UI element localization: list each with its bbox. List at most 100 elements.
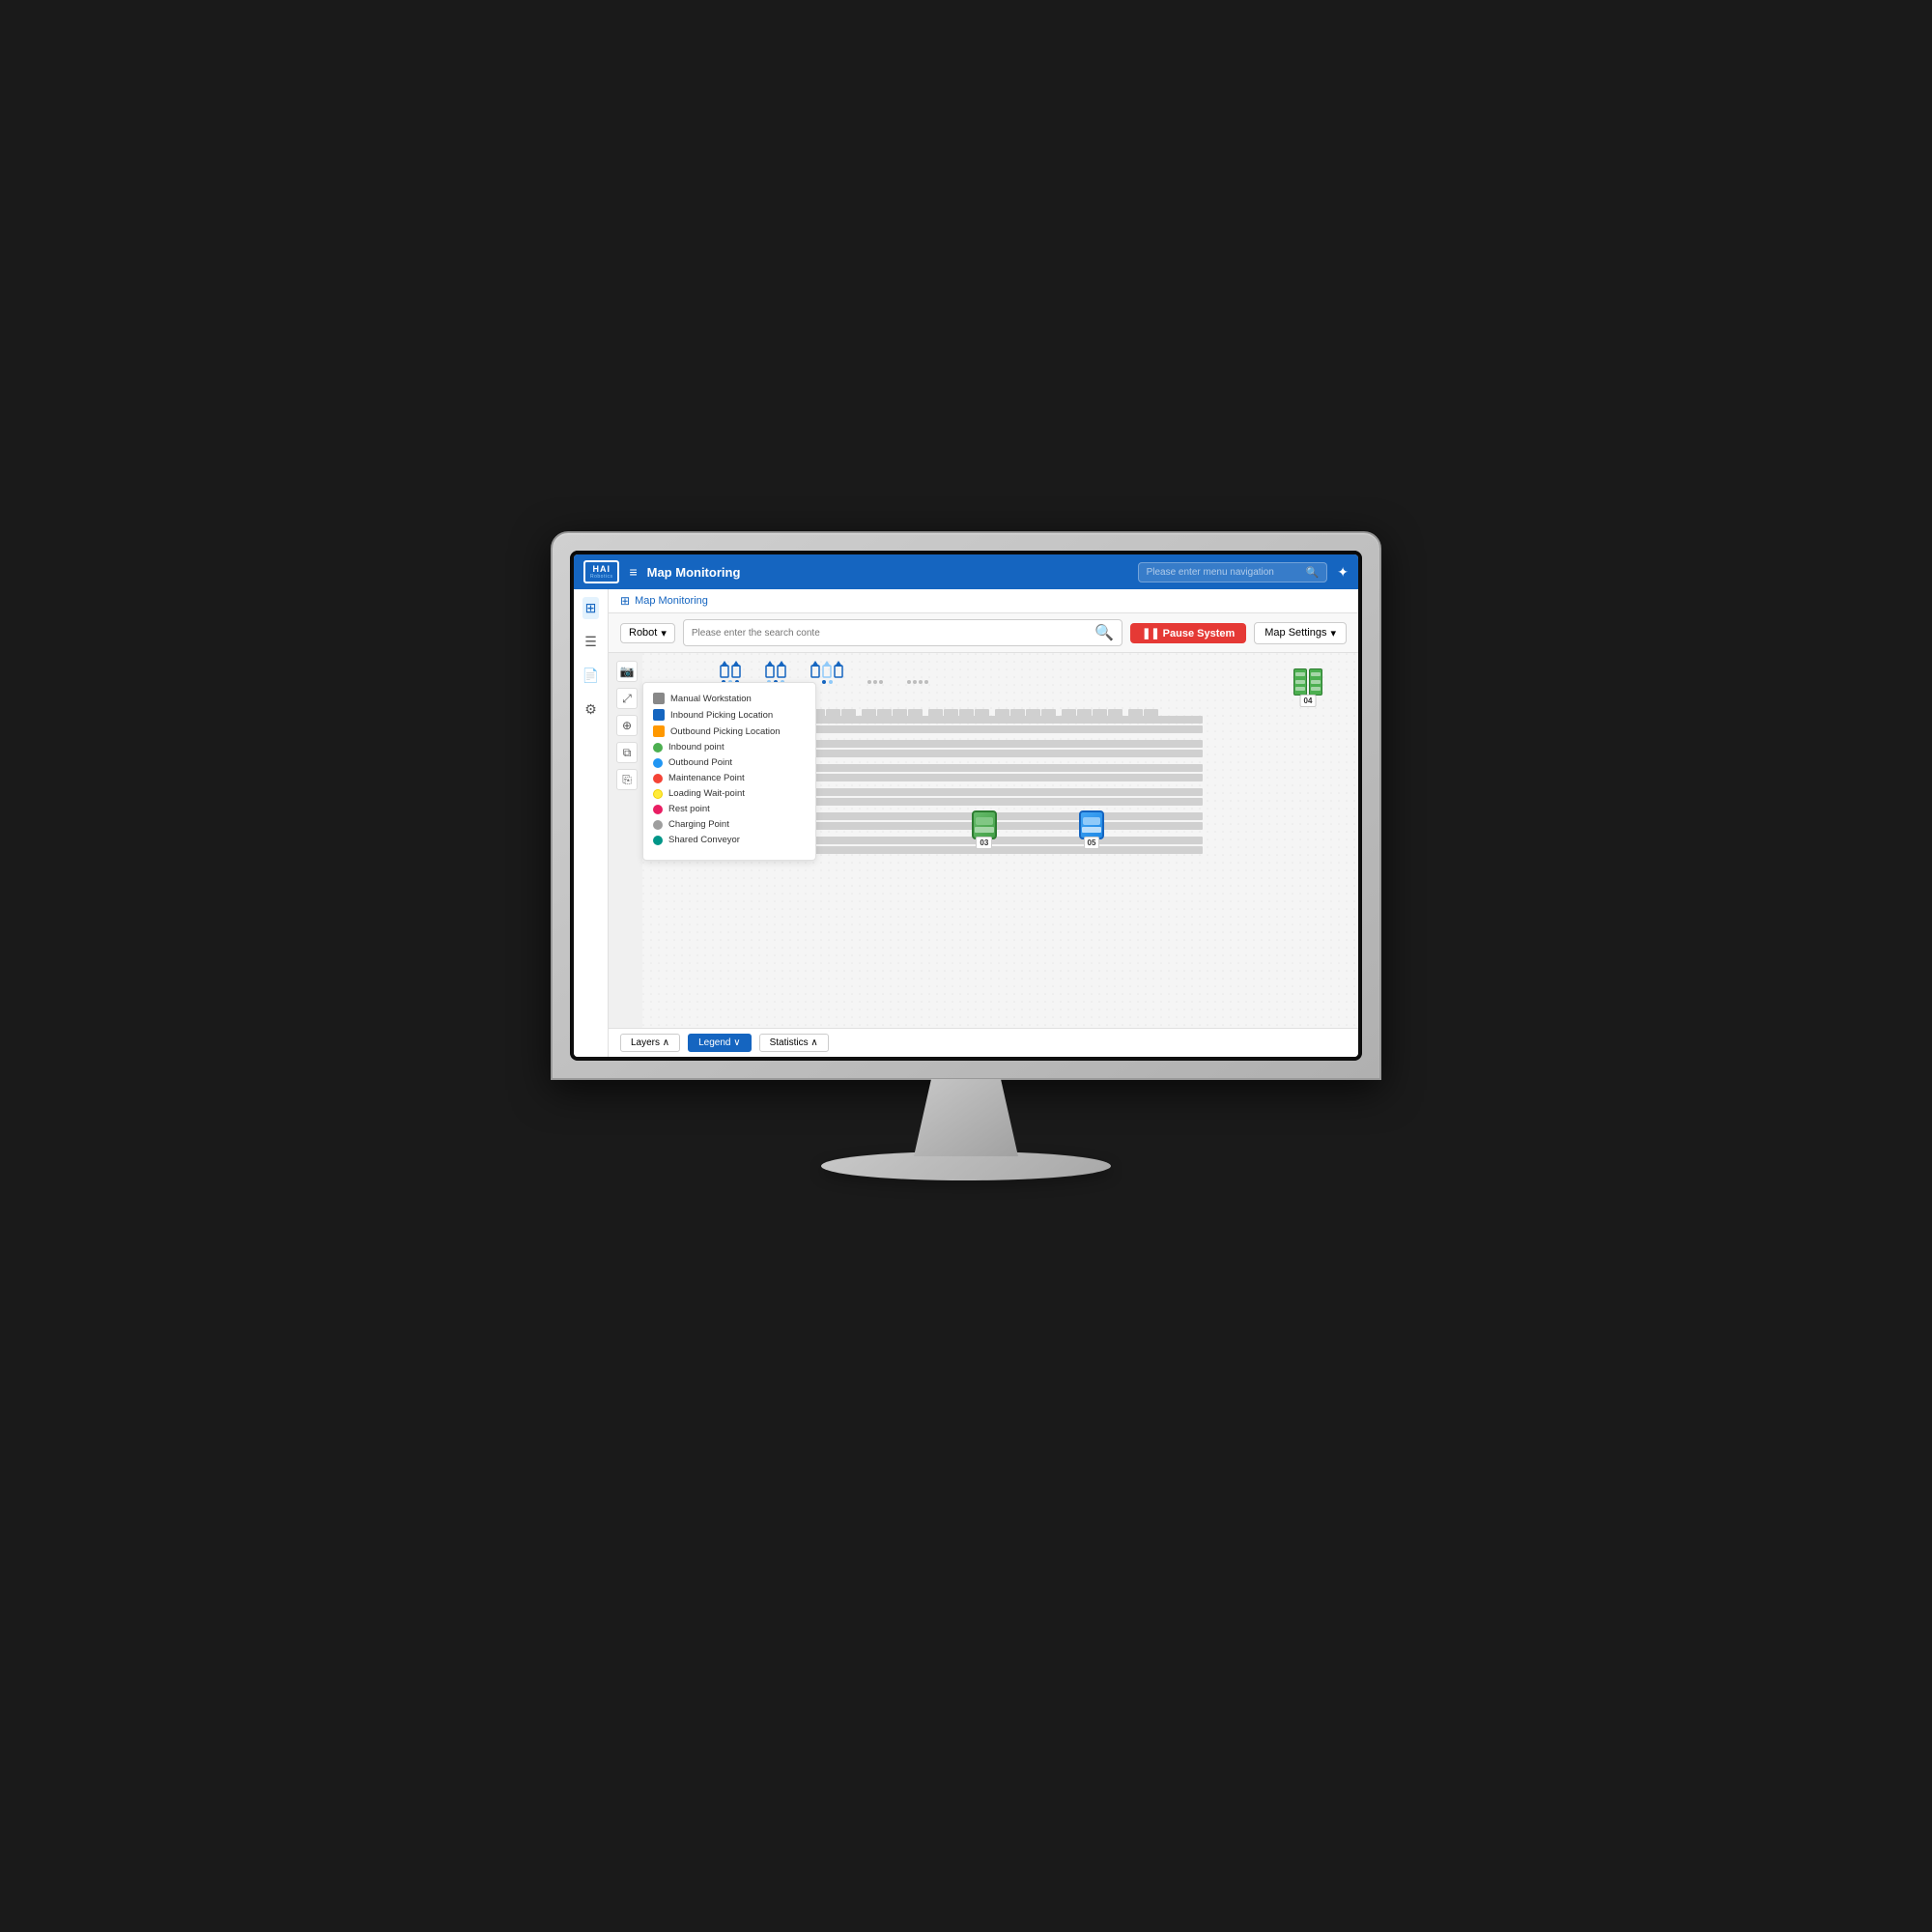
legend-label-inbound-point: Inbound point bbox=[668, 742, 724, 753]
legend-label-loading-wait: Loading Wait-point bbox=[668, 788, 745, 799]
robot-03-bottom bbox=[975, 827, 994, 833]
sidebar-icon-file[interactable]: 📄 bbox=[580, 665, 602, 687]
top-search-box[interactable]: 🔍 bbox=[1138, 562, 1328, 582]
breadcrumb: ⊞ Map Monitoring bbox=[609, 589, 1358, 613]
map-settings-button[interactable]: Map Settings ▾ bbox=[1254, 622, 1347, 644]
legend-item-charging: Charging Point bbox=[653, 819, 806, 830]
bottom-bar: Layers ∧ Legend ∨ Statistics ∧ bbox=[609, 1028, 1358, 1057]
layers-button[interactable]: Layers ∧ bbox=[620, 1034, 680, 1052]
station-1-arrows bbox=[720, 661, 741, 678]
station-arrow-icon bbox=[810, 661, 820, 678]
legend-label-conveyor: Shared Conveyor bbox=[668, 835, 740, 845]
map-wrapper: 📷 ⤢ ⊕ ⧉ ⎘ bbox=[609, 653, 1358, 1028]
legend-item-outbound-point: Outbound Point bbox=[653, 757, 806, 768]
page-title: Map Monitoring bbox=[647, 565, 1128, 580]
legend-icon-outbound-point bbox=[653, 758, 663, 768]
robot-03-top bbox=[976, 817, 993, 825]
legend-label-rest: Rest point bbox=[668, 804, 710, 814]
station-1 bbox=[720, 661, 741, 684]
sidebar-icon-settings[interactable]: ⚙ bbox=[582, 698, 600, 721]
legend-item-inbound-picking: Inbound Picking Location bbox=[653, 709, 806, 721]
legend-label-outbound-point: Outbound Point bbox=[668, 757, 732, 768]
station-4 bbox=[867, 680, 883, 684]
picking-stations-area bbox=[720, 661, 928, 684]
robot-04-container[interactable]: 04 bbox=[1293, 668, 1322, 696]
station-arrow-icon bbox=[777, 661, 786, 678]
target-button[interactable]: ⊕ bbox=[616, 715, 638, 736]
expand-button[interactable]: ⤢ bbox=[616, 688, 638, 709]
top-bar: HAI Robotics ≡ Map Monitoring 🔍 ✦ bbox=[574, 554, 1358, 589]
legend-icon-inbound-point bbox=[653, 743, 663, 753]
station-arrow-icon bbox=[731, 661, 741, 678]
logo: HAI Robotics bbox=[583, 560, 619, 583]
legend-icon-conveyor bbox=[653, 836, 663, 845]
legend-item-outbound-picking: Outbound Picking Location bbox=[653, 725, 806, 737]
legend-label-outbound-picking: Outbound Picking Location bbox=[670, 726, 781, 737]
robot-04-rack-left bbox=[1293, 668, 1307, 696]
legend-icon-inbound-picking bbox=[653, 709, 665, 721]
robot-dropdown[interactable]: Robot ▾ bbox=[620, 623, 675, 643]
layers-button[interactable]: ⧉ bbox=[616, 742, 638, 763]
legend-icon-charging bbox=[653, 820, 663, 830]
station-arrow-icon bbox=[822, 661, 832, 678]
monitor-container: HAI Robotics ≡ Map Monitoring 🔍 ✦ ⊞ bbox=[531, 531, 1401, 1401]
robot-05-container[interactable]: 05 bbox=[1079, 810, 1104, 839]
legend-item-loading-wait: Loading Wait-point bbox=[653, 788, 806, 799]
legend-panel: Manual Workstation Inbound Picking Locat… bbox=[642, 682, 816, 861]
toolbar: Robot ▾ 🔍 ❚❚ Pause System Map Settings ▾ bbox=[609, 613, 1358, 653]
legend-icon-rest bbox=[653, 805, 663, 814]
robot-05-top bbox=[1083, 817, 1100, 825]
monitor-stand bbox=[908, 1079, 1024, 1156]
robot-04-rack-right bbox=[1309, 668, 1322, 696]
screen: HAI Robotics ≡ Map Monitoring 🔍 ✦ ⊞ bbox=[574, 554, 1358, 1057]
top-search-input[interactable] bbox=[1147, 567, 1301, 578]
robot-05-label: 05 bbox=[1084, 837, 1100, 849]
robot-03-container[interactable]: 03 bbox=[972, 810, 997, 839]
station-arrow-icon bbox=[765, 661, 775, 678]
station-arrow-icon bbox=[720, 661, 729, 678]
robot-05-body: 05 bbox=[1079, 810, 1104, 839]
station-5-dots-top bbox=[907, 680, 928, 684]
screen-bezel: HAI Robotics ≡ Map Monitoring 🔍 ✦ ⊞ bbox=[570, 551, 1362, 1061]
legend-button[interactable]: Legend ∨ bbox=[688, 1034, 751, 1052]
logo-hai-text: HAI bbox=[592, 564, 611, 574]
legend-label-charging: Charging Point bbox=[668, 819, 729, 830]
map-controls: 📷 ⤢ ⊕ ⧉ ⎘ bbox=[616, 661, 638, 790]
map-search-icon[interactable]: 🔍 bbox=[1094, 623, 1114, 642]
station-3-arrows bbox=[810, 661, 843, 678]
robot-04-label: 04 bbox=[1300, 695, 1317, 707]
settings-icon[interactable]: ✦ bbox=[1337, 564, 1349, 581]
sidebar-icon-list[interactable]: ☰ bbox=[582, 631, 600, 653]
legend-item-inbound-point: Inbound point bbox=[653, 742, 806, 753]
robot-05-bottom bbox=[1082, 827, 1101, 833]
station-2 bbox=[765, 661, 786, 684]
content-area: ⊞ Map Monitoring Robot ▾ 🔍 bbox=[609, 589, 1358, 1057]
legend-item-rest: Rest point bbox=[653, 804, 806, 814]
legend-label-inbound-picking: Inbound Picking Location bbox=[670, 710, 773, 721]
station-arrow-icon bbox=[834, 661, 843, 678]
legend-item-maintenance: Maintenance Point bbox=[653, 773, 806, 783]
main-content: ⊞ ☰ 📄 ⚙ ⊞ Map Monitoring bbox=[574, 589, 1358, 1057]
legend-icon-loading-wait bbox=[653, 789, 663, 799]
legend-item-manual-workstation: Manual Workstation bbox=[653, 693, 806, 704]
statistics-button[interactable]: Statistics ∧ bbox=[759, 1034, 829, 1052]
copy-button[interactable]: ⎘ bbox=[616, 769, 638, 790]
top-search-icon[interactable]: 🔍 bbox=[1306, 566, 1320, 579]
station-4-dots-top bbox=[867, 680, 883, 684]
robot-03-label: 03 bbox=[976, 837, 992, 849]
station-3 bbox=[810, 661, 843, 684]
chevron-down-icon: ▾ bbox=[661, 627, 667, 639]
logo-sub-text: Robotics bbox=[590, 574, 612, 580]
search-input-wrapper[interactable]: 🔍 bbox=[683, 619, 1122, 646]
breadcrumb-text: Map Monitoring bbox=[635, 595, 708, 607]
legend-label-manual: Manual Workstation bbox=[670, 694, 752, 704]
robot-03-body: 03 bbox=[972, 810, 997, 839]
legend-label-maintenance: Maintenance Point bbox=[668, 773, 745, 783]
pause-system-button[interactable]: ❚❚ Pause System bbox=[1130, 623, 1246, 643]
sidebar-icon-monitor[interactable]: ⊞ bbox=[582, 597, 600, 619]
map-search-input[interactable] bbox=[692, 628, 1091, 639]
left-sidebar: ⊞ ☰ 📄 ⚙ bbox=[574, 589, 609, 1057]
hamburger-icon[interactable]: ≡ bbox=[629, 564, 637, 580]
station-2-arrows bbox=[765, 661, 786, 678]
screenshot-button[interactable]: 📷 bbox=[616, 661, 638, 682]
